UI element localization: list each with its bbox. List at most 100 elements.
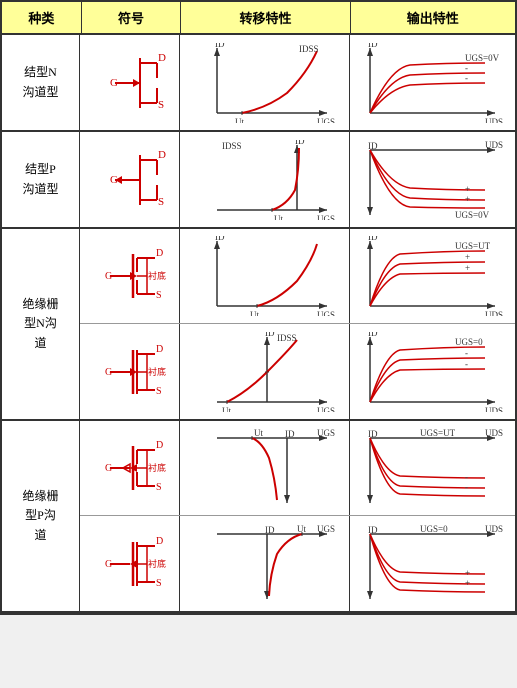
svg-text:衬底: 衬底 (148, 462, 166, 473)
svg-text:UGS: UGS (317, 428, 335, 438)
transfer-svg-mosfet-n-enh: ID UGS Ut (187, 236, 342, 316)
svg-text:UGS: UGS (317, 406, 335, 412)
svg-text:Ut: Ut (254, 428, 263, 438)
symbol-svg-mosfet-p-dep: G D S 衬底 (85, 524, 175, 604)
svg-text:Ut: Ut (274, 214, 283, 220)
section-right-jfet-n: G D S (80, 35, 515, 130)
svg-text:G: G (105, 367, 112, 378)
output-svg-mosfet-n-dep: ID UDS UGS=0 - - (355, 332, 510, 412)
output-svg-jfet-n: ID UDS UGS=0V - - (355, 43, 510, 123)
svg-text:ID: ID (215, 43, 225, 49)
svg-text:S: S (158, 196, 164, 208)
row-mosfet-n-dep: G D S 衬底 ID UGS (80, 324, 515, 419)
svg-text:ID: ID (368, 332, 378, 338)
svg-text:UDS: UDS (485, 310, 503, 316)
svg-text:ID: ID (285, 429, 295, 439)
symbol-svg-mosfet-p-enh: G D S 衬底 (85, 428, 175, 508)
output-svg-mosfet-p-dep: ID UDS UGS=0 + + (355, 524, 510, 604)
main-table: 种类 符号 转移特性 输出特性 结型N沟道型 (0, 0, 517, 615)
svg-text:UGS=0V: UGS=0V (455, 210, 490, 220)
svg-text:+: + (465, 568, 470, 578)
svg-text:UGS: UGS (317, 310, 335, 316)
header-type: 种类 (2, 2, 82, 33)
svg-text:-: - (465, 63, 468, 73)
section-mosfet-p: 绝缘栅型P沟道 (2, 421, 515, 613)
output-mosfet-n-dep: ID UDS UGS=0 - - (350, 324, 515, 419)
header-transfer: 转移特性 (181, 2, 350, 33)
section-type-label-mosfet-p: 绝缘栅型P沟道 (22, 487, 58, 545)
output-mosfet-p-enh: ID UDS UGS=UT - - (350, 421, 515, 515)
row-mosfet-p-enh: G D S 衬底 ID UGS (80, 421, 515, 516)
output-jfet-p: ID UDS UGS=0V + + (350, 132, 515, 227)
transfer-jfet-n: ID UGS Ut IDSS (180, 35, 350, 130)
svg-text:UGS: UGS (317, 214, 335, 220)
output-mosfet-p-dep: ID UDS UGS=0 + + (350, 516, 515, 611)
svg-text:D: D (156, 344, 163, 355)
svg-text:G: G (110, 77, 118, 89)
svg-text:+: + (465, 194, 470, 204)
svg-text:D: D (158, 52, 166, 64)
transfer-mosfet-n-enh: ID UGS Ut (180, 229, 350, 323)
svg-text:-: - (465, 482, 468, 492)
svg-text:UGS=0: UGS=0 (455, 337, 483, 347)
svg-text:ID: ID (368, 141, 378, 151)
svg-text:UDS: UDS (485, 406, 503, 412)
section-right-mosfet-p: G D S 衬底 ID UGS (80, 421, 515, 611)
svg-text:Ut: Ut (250, 310, 259, 316)
svg-text:S: S (158, 99, 164, 111)
header-symbol: 符号 (82, 2, 182, 33)
output-svg-mosfet-n-enh: ID UDS UGS=UT + + (355, 236, 510, 316)
section-type-mosfet-n: 绝缘栅型N沟道 (2, 229, 80, 419)
transfer-mosfet-n-dep: ID UGS Ut IDSS (180, 324, 350, 419)
svg-text:S: S (156, 482, 162, 493)
transfer-mosfet-p-enh: ID UGS Ut (180, 421, 350, 515)
symbol-svg-mosfet-n-enh: G D S 衬底 (85, 236, 175, 316)
transfer-mosfet-p-dep: ID UGS Ut (180, 516, 350, 611)
svg-text:+: + (465, 578, 470, 588)
transfer-svg-jfet-n: ID UGS Ut IDSS (187, 43, 342, 123)
transfer-svg-mosfet-p-dep: ID UGS Ut (187, 524, 342, 604)
row-jfet-n: G D S (80, 35, 515, 130)
symbol-jfet-n: G D S (80, 35, 180, 130)
svg-text:+: + (465, 252, 470, 262)
symbol-svg-jfet-p: G D S (85, 140, 175, 220)
transfer-svg-jfet-p: ID UGS Ut IDSS (187, 140, 342, 220)
section-type-label-jfet-n: 结型N沟道型 (22, 63, 58, 101)
svg-text:G: G (105, 271, 112, 282)
svg-text:Ut: Ut (222, 406, 231, 412)
svg-text:ID: ID (265, 525, 275, 535)
svg-text:UDS: UDS (485, 428, 503, 438)
svg-text:UDS: UDS (485, 117, 503, 123)
svg-text:D: D (158, 149, 166, 161)
svg-text:-: - (465, 73, 468, 83)
svg-text:衬底: 衬底 (148, 558, 166, 569)
svg-text:ID: ID (368, 525, 378, 535)
svg-text:IDSS: IDSS (222, 141, 242, 151)
section-type-label-mosfet-n: 绝缘栅型N沟道 (22, 295, 58, 353)
svg-text:UDS: UDS (485, 524, 503, 534)
transfer-jfet-p: ID UGS Ut IDSS (180, 132, 350, 227)
row-mosfet-p-dep: G D S 衬底 ID UGS (80, 516, 515, 611)
output-svg-mosfet-p-enh: ID UDS UGS=UT - - (355, 428, 510, 508)
svg-text:UGS: UGS (317, 524, 335, 534)
section-type-jfet-n: 结型N沟道型 (2, 35, 80, 130)
svg-text:IDSS: IDSS (299, 44, 319, 54)
row-jfet-p: G D S ID UGS Ut (80, 132, 515, 227)
symbol-jfet-p: G D S (80, 132, 180, 227)
svg-text:S: S (156, 578, 162, 589)
svg-text:+: + (465, 184, 470, 194)
section-type-label-jfet-p: 结型P沟道型 (22, 160, 58, 198)
svg-text:UGS=UT: UGS=UT (420, 428, 456, 438)
svg-text:S: S (156, 290, 162, 301)
section-jfet-n: 结型N沟道型 (2, 35, 515, 132)
svg-text:ID: ID (368, 429, 378, 439)
section-type-jfet-p: 结型P沟道型 (2, 132, 80, 227)
svg-text:ID: ID (295, 140, 305, 146)
svg-text:UGS=0V: UGS=0V (465, 53, 500, 63)
section-jfet-p: 结型P沟道型 G D S (2, 132, 515, 229)
section-type-mosfet-p: 绝缘栅型P沟道 (2, 421, 80, 611)
symbol-mosfet-n-enh: G D S 衬底 (80, 229, 180, 323)
section-mosfet-n: 绝缘栅型N沟道 (2, 229, 515, 421)
svg-text:G: G (105, 559, 112, 570)
svg-text:S: S (156, 386, 162, 397)
